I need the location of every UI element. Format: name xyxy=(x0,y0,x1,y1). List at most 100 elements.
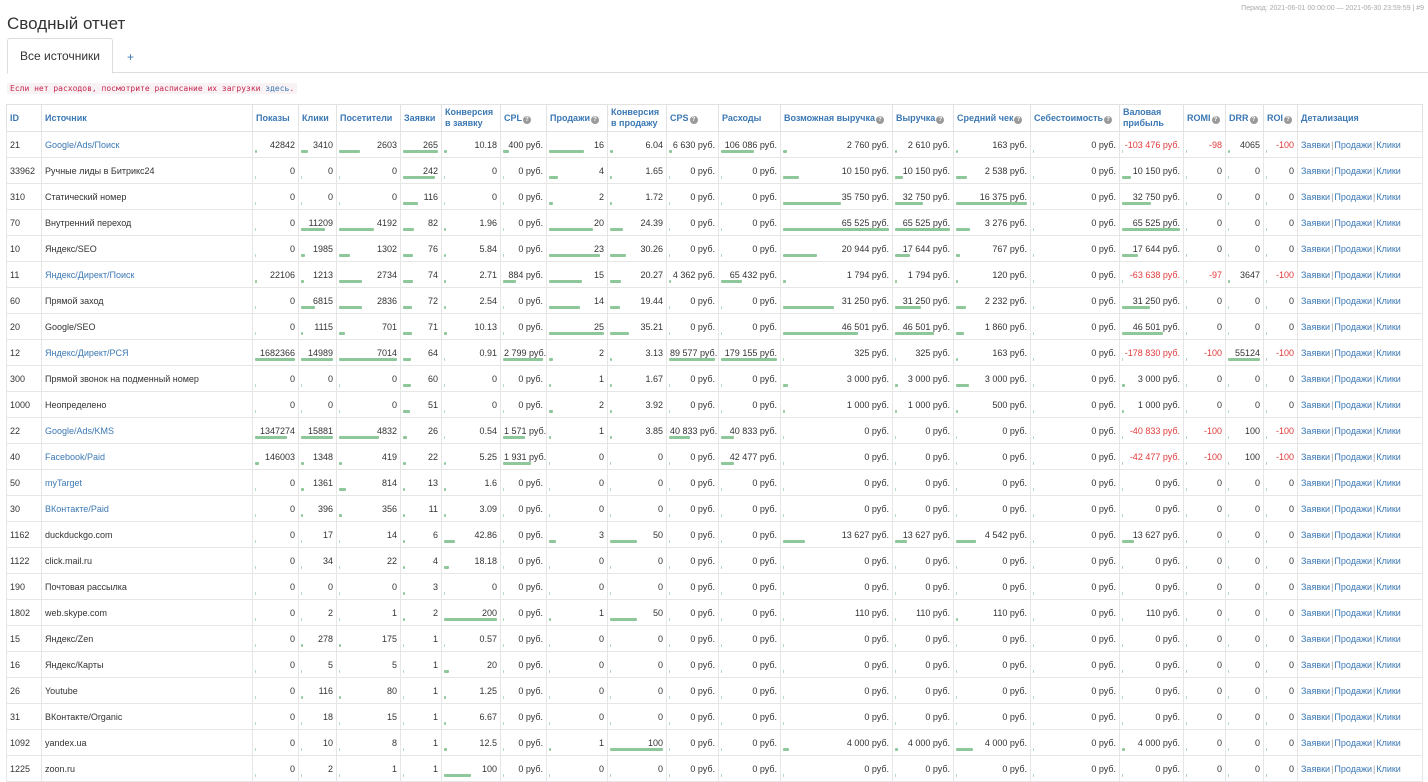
column-header[interactable]: CPS? xyxy=(666,104,719,132)
help-icon[interactable]: ? xyxy=(1014,115,1023,124)
detail-link-leads[interactable]: Заявки xyxy=(1301,244,1330,254)
schedule-link[interactable]: здесь xyxy=(265,84,289,93)
detail-link-leads[interactable]: Заявки xyxy=(1301,478,1330,488)
detail-link-sales[interactable]: Продажи xyxy=(1334,218,1372,228)
detail-link-clicks[interactable]: Клики xyxy=(1376,374,1401,384)
column-header[interactable]: Конверсия в продажу xyxy=(607,104,667,132)
column-header[interactable]: ROMI? xyxy=(1183,104,1226,132)
source-name[interactable]: Facebook/Paid xyxy=(41,443,253,470)
detail-link-clicks[interactable]: Клики xyxy=(1376,452,1401,462)
detail-link-clicks[interactable]: Клики xyxy=(1376,530,1401,540)
help-icon[interactable]: ? xyxy=(875,115,884,124)
detail-link-sales[interactable]: Продажи xyxy=(1334,530,1372,540)
detail-link-clicks[interactable]: Клики xyxy=(1376,660,1401,670)
column-header[interactable]: Себестоимость? xyxy=(1030,104,1120,132)
detail-link-leads[interactable]: Заявки xyxy=(1301,322,1330,332)
detail-link-leads[interactable]: Заявки xyxy=(1301,426,1330,436)
source-name[interactable]: ВКонтакте/Paid xyxy=(41,495,253,522)
detail-link-clicks[interactable]: Клики xyxy=(1376,322,1401,332)
detail-link-leads[interactable]: Заявки xyxy=(1301,634,1330,644)
detail-link-leads[interactable]: Заявки xyxy=(1301,192,1330,202)
source-name[interactable]: Яндекс/Директ/Поиск xyxy=(41,261,253,288)
detail-link-sales[interactable]: Продажи xyxy=(1334,322,1372,332)
detail-link-clicks[interactable]: Клики xyxy=(1376,478,1401,488)
detail-link-leads[interactable]: Заявки xyxy=(1301,686,1330,696)
column-header[interactable]: Источник xyxy=(41,104,253,132)
detail-link-leads[interactable]: Заявки xyxy=(1301,764,1330,774)
detail-link-leads[interactable]: Заявки xyxy=(1301,270,1330,280)
detail-link-clicks[interactable]: Клики xyxy=(1376,764,1401,774)
detail-link-clicks[interactable]: Клики xyxy=(1376,556,1401,566)
detail-link-sales[interactable]: Продажи xyxy=(1334,348,1372,358)
help-icon[interactable]: ? xyxy=(689,115,698,124)
detail-link-clicks[interactable]: Клики xyxy=(1376,634,1401,644)
detail-link-leads[interactable]: Заявки xyxy=(1301,374,1330,384)
detail-link-leads[interactable]: Заявки xyxy=(1301,660,1330,670)
detail-link-sales[interactable]: Продажи xyxy=(1334,166,1372,176)
detail-link-sales[interactable]: Продажи xyxy=(1334,400,1372,410)
column-header[interactable]: Валовая прибыль xyxy=(1119,104,1184,132)
detail-link-clicks[interactable]: Клики xyxy=(1376,270,1401,280)
detail-link-sales[interactable]: Продажи xyxy=(1334,426,1372,436)
column-header[interactable]: ROI? xyxy=(1263,104,1298,132)
detail-link-sales[interactable]: Продажи xyxy=(1334,660,1372,670)
detail-link-sales[interactable]: Продажи xyxy=(1334,738,1372,748)
detail-link-clicks[interactable]: Клики xyxy=(1376,504,1401,514)
detail-link-sales[interactable]: Продажи xyxy=(1334,608,1372,618)
detail-link-clicks[interactable]: Клики xyxy=(1376,244,1401,254)
help-icon[interactable]: ? xyxy=(1211,115,1220,124)
help-icon[interactable]: ? xyxy=(590,115,599,124)
help-icon[interactable]: ? xyxy=(1284,115,1293,124)
detail-link-sales[interactable]: Продажи xyxy=(1334,686,1372,696)
detail-link-leads[interactable]: Заявки xyxy=(1301,452,1330,462)
detail-link-leads[interactable]: Заявки xyxy=(1301,218,1330,228)
column-header[interactable]: ID xyxy=(6,104,42,132)
help-icon[interactable]: ? xyxy=(523,115,531,124)
detail-link-clicks[interactable]: Клики xyxy=(1376,166,1401,176)
column-header[interactable]: Заявки xyxy=(400,104,442,132)
detail-link-leads[interactable]: Заявки xyxy=(1301,140,1330,150)
column-header[interactable]: Посетители xyxy=(336,104,401,132)
column-header[interactable]: Возможная выручка? xyxy=(780,104,893,132)
detail-link-sales[interactable]: Продажи xyxy=(1334,452,1372,462)
column-header[interactable]: Средний чек? xyxy=(953,104,1031,132)
source-name[interactable]: Google/Ads/KMS xyxy=(41,417,253,444)
help-icon[interactable]: ? xyxy=(1249,115,1258,124)
detail-link-sales[interactable]: Продажи xyxy=(1334,556,1372,566)
detail-link-sales[interactable]: Продажи xyxy=(1334,296,1372,306)
detail-link-leads[interactable]: Заявки xyxy=(1301,504,1330,514)
detail-link-leads[interactable]: Заявки xyxy=(1301,296,1330,306)
detail-link-clicks[interactable]: Клики xyxy=(1376,608,1401,618)
detail-link-leads[interactable]: Заявки xyxy=(1301,166,1330,176)
column-header[interactable]: Выручка? xyxy=(892,104,954,132)
detail-link-clicks[interactable]: Клики xyxy=(1376,140,1401,150)
detail-link-clicks[interactable]: Клики xyxy=(1376,348,1401,358)
column-header[interactable]: Расходы xyxy=(718,104,781,132)
column-header[interactable]: Показы xyxy=(252,104,299,132)
detail-link-sales[interactable]: Продажи xyxy=(1334,764,1372,774)
detail-link-clicks[interactable]: Клики xyxy=(1376,426,1401,436)
detail-link-leads[interactable]: Заявки xyxy=(1301,712,1330,722)
detail-link-sales[interactable]: Продажи xyxy=(1334,192,1372,202)
detail-link-sales[interactable]: Продажи xyxy=(1334,140,1372,150)
detail-link-sales[interactable]: Продажи xyxy=(1334,270,1372,280)
detail-link-sales[interactable]: Продажи xyxy=(1334,634,1372,644)
detail-link-leads[interactable]: Заявки xyxy=(1301,738,1330,748)
detail-link-clicks[interactable]: Клики xyxy=(1376,582,1401,592)
detail-link-leads[interactable]: Заявки xyxy=(1301,556,1330,566)
detail-link-clicks[interactable]: Клики xyxy=(1376,686,1401,696)
detail-link-leads[interactable]: Заявки xyxy=(1301,530,1330,540)
detail-link-clicks[interactable]: Клики xyxy=(1376,296,1401,306)
help-icon[interactable]: ? xyxy=(936,115,945,124)
detail-link-leads[interactable]: Заявки xyxy=(1301,400,1330,410)
detail-link-leads[interactable]: Заявки xyxy=(1301,348,1330,358)
source-name[interactable]: Google/Ads/Поиск xyxy=(41,131,253,158)
column-header[interactable]: Детализация xyxy=(1297,104,1423,132)
detail-link-sales[interactable]: Продажи xyxy=(1334,374,1372,384)
tab-all-sources[interactable]: Все источники xyxy=(7,38,113,74)
column-header[interactable]: DRR? xyxy=(1225,104,1264,132)
detail-link-sales[interactable]: Продажи xyxy=(1334,478,1372,488)
column-header[interactable]: Конверсия в заявку xyxy=(441,104,501,132)
detail-link-clicks[interactable]: Клики xyxy=(1376,218,1401,228)
source-name[interactable]: Яндекс/Директ/РСЯ xyxy=(41,339,253,366)
